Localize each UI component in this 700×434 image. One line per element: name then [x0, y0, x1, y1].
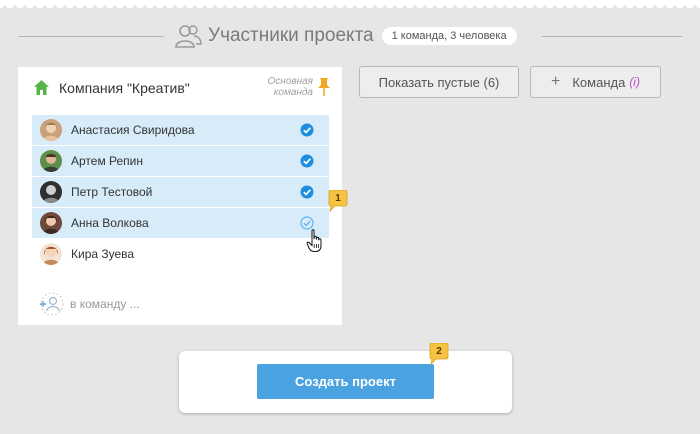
- plus-icon: +: [551, 73, 561, 90]
- member-row[interactable]: Анна Волкова: [32, 208, 329, 238]
- member-name: Артем Репин: [71, 154, 144, 168]
- member-name: Петр Тестовой: [71, 185, 153, 199]
- team-name: Компания "Креатив": [59, 80, 190, 96]
- hint-marker[interactable]: 2: [428, 342, 450, 366]
- show-empty-button[interactable]: Показать пустые (6): [359, 66, 519, 98]
- summary-badge: 1 команда, 3 человека: [381, 27, 517, 45]
- check-icon[interactable]: [300, 185, 314, 199]
- avatar: [40, 212, 62, 234]
- section-header: Участники проекта 1 команда, 3 человека: [174, 22, 517, 50]
- header-divider-right: [542, 36, 682, 37]
- add-team-label: Команда: [572, 74, 626, 90]
- team-header[interactable]: Компания "Креатив" Основная команда: [18, 67, 342, 109]
- add-user-icon: [40, 292, 64, 316]
- avatar: [40, 119, 62, 141]
- main-team-label: Основная команда: [267, 76, 313, 98]
- show-empty-label: Показать пустые (6): [378, 74, 500, 90]
- member-name: Кира Зуева: [71, 247, 135, 261]
- check-outline-icon[interactable]: [300, 216, 314, 230]
- member-row[interactable]: Кира Зуева: [32, 239, 329, 269]
- check-icon[interactable]: [300, 154, 314, 168]
- hand-cursor-icon: [306, 229, 322, 252]
- users-icon: [175, 25, 202, 48]
- hint-number: 2: [436, 346, 442, 357]
- create-project-panel: Создать проект: [179, 351, 512, 413]
- member-name: Анна Волкова: [71, 216, 149, 230]
- page-title: Участники проекта: [208, 25, 374, 46]
- avatar: [40, 243, 62, 265]
- member-list: Анастасия Свиридова Артем Репин Петр Тес…: [32, 115, 329, 270]
- avatar: [40, 181, 62, 203]
- hint-number: 1: [335, 193, 341, 204]
- add-member-placeholder: в команду ...: [70, 297, 140, 311]
- pin-icon[interactable]: [317, 78, 331, 96]
- avatar: [40, 150, 62, 172]
- member-row[interactable]: Артем Репин: [32, 146, 329, 176]
- hint-marker[interactable]: 1: [327, 189, 349, 213]
- member-row[interactable]: Петр Тестовой: [32, 177, 329, 207]
- torn-paper-edge: [0, 0, 700, 8]
- home-icon: [34, 80, 49, 95]
- header-divider-left: [18, 36, 164, 37]
- add-member-field[interactable]: в команду ...: [38, 291, 140, 317]
- member-name: Анастасия Свиридова: [71, 123, 195, 137]
- member-row[interactable]: Анастасия Свиридова: [32, 115, 329, 145]
- info-icon[interactable]: (i): [629, 75, 640, 89]
- create-project-button[interactable]: Создать проект: [257, 364, 434, 399]
- check-icon[interactable]: [300, 123, 314, 137]
- team-card: Компания "Креатив" Основная команда Анас…: [18, 67, 342, 325]
- add-team-button[interactable]: + Команда (i): [530, 66, 661, 98]
